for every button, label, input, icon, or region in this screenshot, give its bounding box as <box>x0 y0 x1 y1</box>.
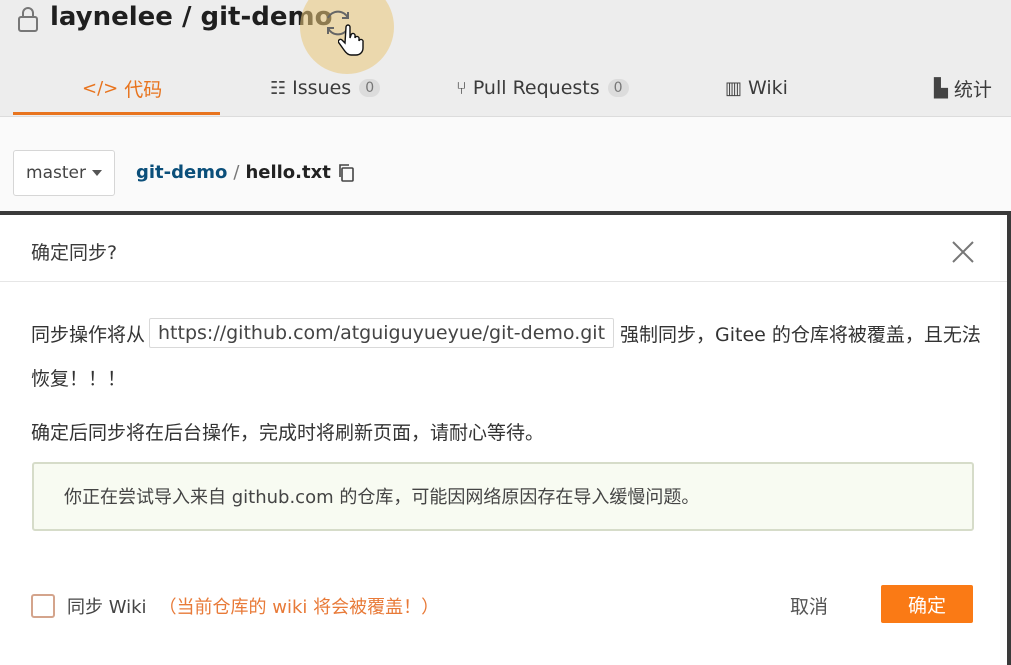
book-icon: ▥ <box>725 77 743 99</box>
breadcrumb-repo-link[interactable]: git-demo <box>136 162 227 183</box>
sync-warning-line: 同步操作将从 https://github.com/atguiguyueyue/… <box>31 318 981 348</box>
tab-wiki[interactable]: ▥ Wiki <box>725 62 788 114</box>
sync-warning-suffix: 强制同步，Gitee 的仓库将被覆盖，且无法 <box>620 323 981 346</box>
copy-icon[interactable] <box>337 163 355 183</box>
wiki-overwrite-warning: （当前仓库的 wiki 将会被覆盖！） <box>158 597 440 618</box>
sync-wiki-checkbox[interactable] <box>31 594 55 618</box>
sync-wiki-label[interactable]: 同步 Wiki <box>67 593 147 619</box>
import-notice: 你正在尝试导入来自 github.com 的仓库，可能因网络原因存在导入缓慢问题… <box>32 462 974 531</box>
dialog-title: 确定同步? <box>31 242 118 264</box>
tab-code[interactable]: </> 代码 <box>82 62 162 114</box>
hand-cursor-icon <box>338 24 364 56</box>
source-url: https://github.com/atguiguyueyue/git-dem… <box>149 318 615 348</box>
import-notice-text: 你正在尝试导入来自 github.com 的仓库，可能因网络原因存在导入缓慢问题… <box>64 487 700 508</box>
repo-title[interactable]: laynelee / git-demo <box>50 2 332 32</box>
sync-warning-prefix: 同步操作将从 <box>31 323 146 346</box>
code-icon: </> <box>82 77 119 99</box>
tab-issues[interactable]: ☷ Issues 0 <box>270 62 381 114</box>
pull-requests-count-badge: 0 <box>607 79 629 97</box>
repo-tabs: </> 代码 ☷ Issues 0 ⑂ Pull Requests 0 ▥ Wi… <box>0 62 1011 116</box>
sync-warning-continued: 恢复！！！ <box>31 368 127 390</box>
issues-icon: ☷ <box>270 77 287 99</box>
tab-stats[interactable]: ▙ 统计 <box>934 62 992 114</box>
confirm-button[interactable]: 确定 <box>881 585 973 623</box>
tab-pull-requests[interactable]: ⑂ Pull Requests 0 <box>456 62 629 114</box>
tab-code-label: 代码 <box>124 78 163 101</box>
branch-select[interactable]: master <box>13 150 115 196</box>
tab-issues-label: Issues <box>292 77 352 99</box>
tab-stats-label: 统计 <box>953 78 992 101</box>
chevron-down-icon <box>91 170 102 176</box>
breadcrumb-file: hello.txt <box>245 162 331 183</box>
sync-background-note: 确定后同步将在后台操作，完成时将刷新页面，请耐心等待。 <box>31 422 545 444</box>
stats-icon: ▙ <box>934 77 948 99</box>
pull-request-icon: ⑂ <box>456 77 467 99</box>
lock-icon <box>18 7 38 32</box>
active-tab-indicator <box>13 112 220 115</box>
branch-name: master <box>26 163 86 183</box>
sync-confirm-dialog: 确定同步? 同步操作将从 https://github.com/atguiguy… <box>0 215 1011 665</box>
repo-header: laynelee / git-demo </> 代码 ☷ Issues 0 ⑂ <box>0 0 1011 117</box>
dialog-header: 确定同步? <box>0 215 1007 282</box>
breadcrumb: git-demo / hello.txt <box>136 162 355 183</box>
close-icon[interactable] <box>950 239 976 265</box>
sync-wiki-option: 同步 Wiki （当前仓库的 wiki 将会被覆盖！） <box>31 593 439 619</box>
issues-count-badge: 0 <box>359 79 381 97</box>
tab-pull-requests-label: Pull Requests <box>472 77 600 99</box>
breadcrumb-separator: / <box>233 162 240 183</box>
cancel-button[interactable]: 取消 <box>769 587 849 623</box>
tab-wiki-label: Wiki <box>748 77 788 99</box>
